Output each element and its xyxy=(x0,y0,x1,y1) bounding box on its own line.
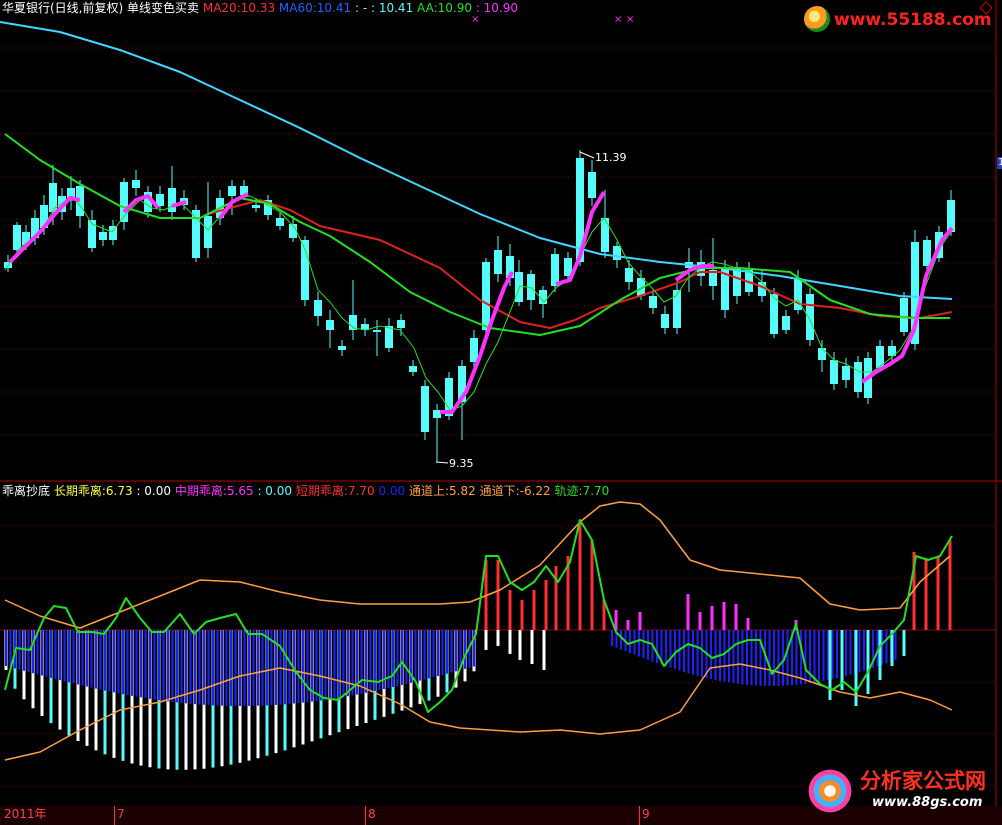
candle-body-down xyxy=(433,410,441,418)
stock-chart-canvas[interactable]: 11.39 9.35 × × × xyxy=(0,0,1002,825)
low-price-label: 9.35 xyxy=(449,457,474,470)
candle-body-down xyxy=(923,240,931,266)
main-header: 华夏银行(日线,前复权) 单线变色买卖 MA20:10.33 MA60:10.4… xyxy=(2,1,518,15)
candle-body-down xyxy=(397,320,405,328)
candle-body-down xyxy=(482,262,490,330)
candle-body-down xyxy=(625,268,633,282)
stock-title: 华夏银行(日线,前复权) xyxy=(2,1,124,15)
long-deviation-label: 长期乖离: xyxy=(53,484,106,498)
month-label: 9 xyxy=(642,807,650,821)
logo-url: www.88gs.com xyxy=(872,795,983,810)
candle-body-down xyxy=(99,232,107,240)
sub-indicator-name: 乖离抄底 xyxy=(2,484,51,498)
aa-value: 10.90 xyxy=(437,1,472,15)
candle-body-down xyxy=(782,316,790,330)
watermark-text: www.55188.com xyxy=(834,10,992,30)
candle-body-down xyxy=(409,366,417,372)
short-deviation-label: 短期乖离: xyxy=(295,484,348,498)
logo-title: 分析家公式网 xyxy=(860,769,986,793)
indicator-name: 单线变色买卖 xyxy=(127,1,200,15)
candle-body-down xyxy=(842,366,850,380)
long-deviation-zero: : 0.00 xyxy=(136,484,172,498)
candle-body-down xyxy=(252,205,260,208)
candle-body-down xyxy=(204,216,212,248)
ma20-value: 10.33 xyxy=(240,1,276,15)
colon-item: : - : 10.41 xyxy=(354,1,414,15)
candle-body-down xyxy=(673,290,681,328)
candle-body-down xyxy=(900,298,908,332)
month-divider xyxy=(639,806,640,825)
candle-body-down xyxy=(494,250,502,274)
mid-deviation-value: 5.65 xyxy=(226,484,254,498)
short-deviation-value: 7.70 xyxy=(347,484,375,498)
short-deviation-zero: 0.00 xyxy=(378,484,406,498)
candle-body-down xyxy=(13,225,21,250)
candle-body-down xyxy=(613,246,621,260)
candle-body-down xyxy=(373,330,381,332)
track-value: 7.70 xyxy=(582,484,610,498)
flower-logo-icon xyxy=(808,769,852,813)
sub-header: 乖离抄底 长期乖离:6.73 : 0.00 中期乖离:5.65 : 0.00 短… xyxy=(2,484,609,498)
month-label: 8 xyxy=(368,807,376,821)
candle-body-down xyxy=(338,346,346,350)
deviation-histogram xyxy=(4,520,952,770)
mid-deviation-label: 中期乖离: xyxy=(174,484,227,498)
candle-body-down xyxy=(733,268,741,296)
candle-body-down xyxy=(854,362,862,392)
channel-upper-line xyxy=(4,501,951,629)
year-label: 2011年 xyxy=(4,807,47,821)
month-label: 7 xyxy=(117,807,125,821)
candle-body-down xyxy=(326,320,334,330)
candle-body-down xyxy=(109,226,117,240)
long-deviation-value: 6.73 xyxy=(105,484,133,498)
right-edge-marker: 1 xyxy=(997,157,1002,169)
candle-body-down xyxy=(830,360,838,384)
channel-down-label: 通道下: xyxy=(479,484,520,498)
ma60-value: 10.41 xyxy=(316,1,352,15)
mid-deviation-zero: : 0.00 xyxy=(257,484,293,498)
colon-item-2: : 10.90 xyxy=(475,1,519,15)
candle-body-down xyxy=(601,218,609,252)
candle-body-down xyxy=(818,348,826,360)
candle-body-down xyxy=(806,294,814,340)
svg-text:×: × xyxy=(471,14,479,25)
candle-body-down xyxy=(132,180,140,188)
candle-body-down xyxy=(661,314,669,328)
aa-label: AA: xyxy=(417,1,438,15)
high-marker: 11.39 xyxy=(579,151,627,164)
candle-body-down xyxy=(588,172,596,198)
candle-body-down xyxy=(228,186,236,196)
ma60-line xyxy=(0,21,953,300)
svg-text:×: × xyxy=(626,14,634,25)
candle-body-down xyxy=(385,326,393,348)
ma60-label: MA60: xyxy=(278,1,317,15)
high-price-label: 11.39 xyxy=(595,151,627,164)
candle-body-down xyxy=(276,218,284,226)
channel-up-label: 通道上: xyxy=(408,484,450,498)
channel-down-value: -6.22 xyxy=(519,484,551,498)
candle-body-down xyxy=(168,188,176,212)
candle-body-down xyxy=(314,300,322,316)
low-marker: 9.35 xyxy=(435,457,474,470)
month-divider xyxy=(365,806,366,825)
signal-highlight-line xyxy=(122,194,160,214)
candle-body-down xyxy=(551,254,559,286)
candle-body-down xyxy=(421,386,429,432)
svg-text:×: × xyxy=(614,14,622,25)
candle-body-down xyxy=(649,296,657,308)
swirl-logo-icon xyxy=(804,6,830,32)
channel-up-value: 5.82 xyxy=(449,484,476,498)
track-label: 轨迹: xyxy=(554,484,583,498)
month-divider xyxy=(114,806,115,825)
watermark-55188: www.55188.com xyxy=(804,4,994,36)
candle-body-down xyxy=(515,272,523,302)
candle-body-down xyxy=(470,338,478,362)
signal-markers: × × × xyxy=(471,14,634,25)
ma20-label: MA20: xyxy=(202,1,241,15)
analysis-site-logo: 分析家公式网 www.88gs.com xyxy=(806,765,1000,817)
